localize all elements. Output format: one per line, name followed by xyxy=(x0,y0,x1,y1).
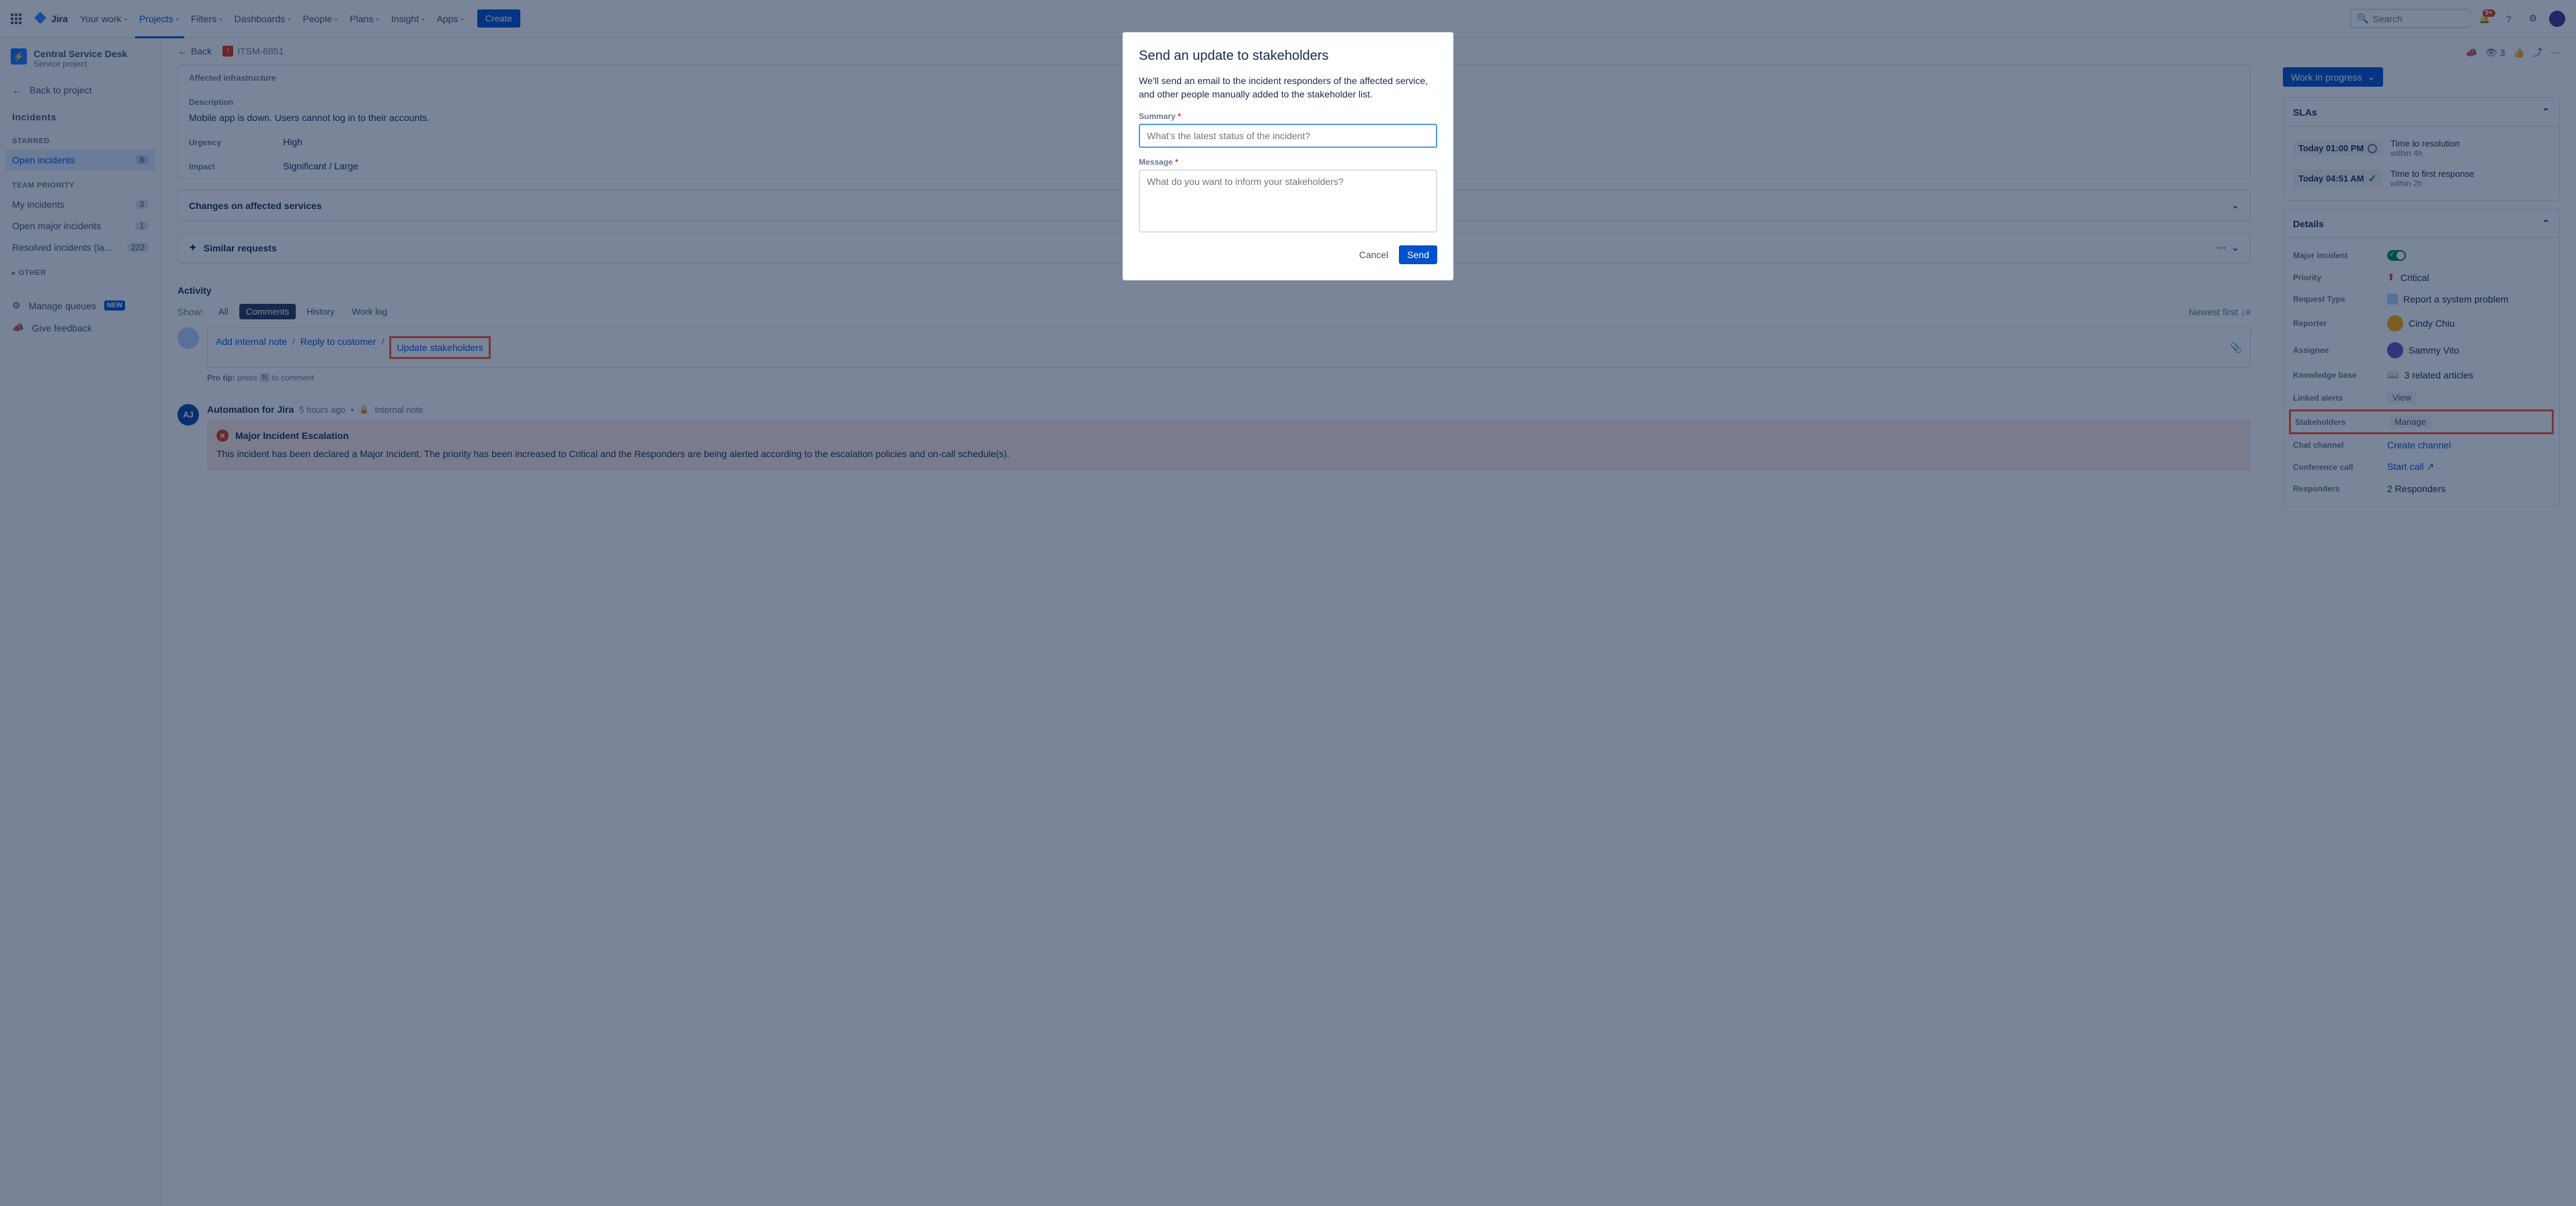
message-label: Message * xyxy=(1139,157,1437,167)
cancel-button[interactable]: Cancel xyxy=(1351,245,1397,264)
summary-label: Summary * xyxy=(1139,112,1437,121)
modal-description: We'll send an email to the incident resp… xyxy=(1139,75,1437,101)
summary-input[interactable] xyxy=(1139,124,1437,148)
stakeholder-update-modal: Send an update to stakeholders We'll sen… xyxy=(1123,32,1453,280)
message-textarea[interactable] xyxy=(1139,169,1437,233)
modal-title: Send an update to stakeholders xyxy=(1139,48,1437,64)
send-button[interactable]: Send xyxy=(1399,245,1437,264)
